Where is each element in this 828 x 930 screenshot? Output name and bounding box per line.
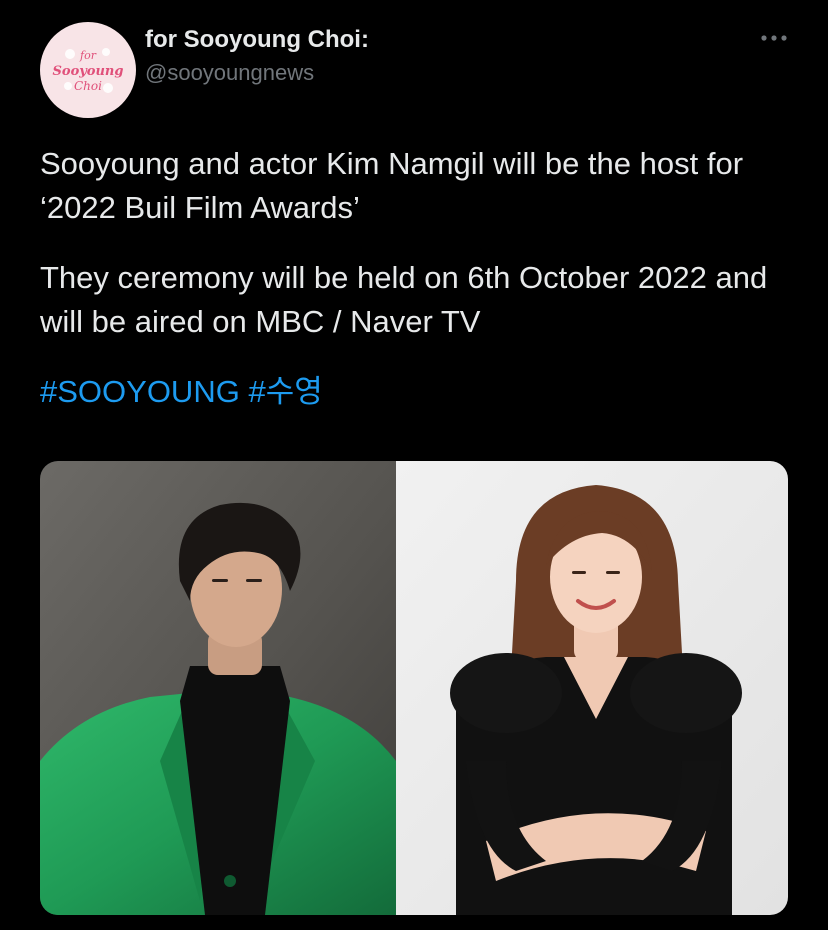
- photo-sooyoung-black-dress[interactable]: [396, 461, 788, 915]
- tweet-text-paragraph: They ceremony will be held on 6th Octobe…: [40, 260, 768, 339]
- svg-text:for: for: [79, 49, 97, 62]
- svg-text:Choi: Choi: [74, 79, 102, 93]
- more-options-button[interactable]: [756, 26, 792, 50]
- hashtags: #SOOYOUNG #수영: [40, 370, 323, 414]
- photo-actor-green-jacket[interactable]: [40, 461, 396, 915]
- hashtag-link[interactable]: #SOOYOUNG: [40, 374, 240, 409]
- author-name[interactable]: for Sooyoung Choi:: [145, 26, 369, 54]
- svg-text:Sooyoung: Sooyoung: [53, 64, 124, 79]
- hashtag-link[interactable]: #수영: [248, 374, 322, 409]
- author-handle[interactable]: @sooyoungnews: [145, 60, 314, 86]
- avatar[interactable]: for Sooyoung Choi: [40, 22, 136, 118]
- more-horizontal-icon: [761, 35, 787, 41]
- account-logo-image: for Sooyoung Choi: [48, 30, 128, 110]
- tweet-media[interactable]: [40, 461, 788, 915]
- tweet[interactable]: for Sooyoung Choi for Sooyoung Choi: @so…: [0, 0, 828, 930]
- tweet-text-paragraph: Sooyoung and actor Kim Namgil will be th…: [40, 146, 744, 225]
